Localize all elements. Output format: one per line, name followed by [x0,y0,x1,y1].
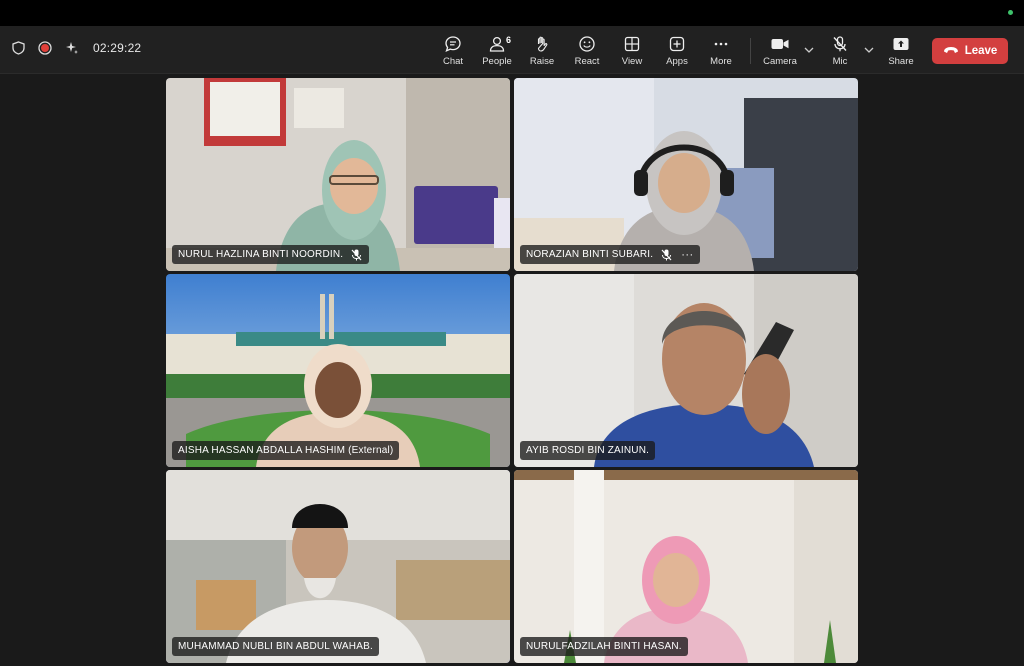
smiley-icon [578,34,596,54]
ellipsis-icon [712,34,730,54]
chat-button[interactable]: Chat [431,34,475,67]
mic-muted-icon [831,34,849,54]
video-tile[interactable]: NURUL HAZLINA BINTI NOORDIN. [166,78,510,271]
participant-name-label: AISHA HASSAN ABDALLA HASHIM (External) [172,441,400,460]
recording-icon[interactable] [37,40,53,56]
participant-video [514,470,858,663]
participant-name-label: AYIB ROSDI BIN ZAINUN. [520,441,656,460]
participant-name-label: MUHAMMAD NUBLI BIN ABDUL WAHAB. [172,637,379,656]
hang-up-icon [943,45,959,57]
participant-name-label: NORAZIAN BINTI SUBARI. ··· [520,245,700,264]
mic-options-chevron-icon[interactable] [863,44,875,56]
participant-video [514,78,858,271]
leave-button[interactable]: Leave [932,38,1008,64]
mic-button[interactable]: Mic [818,34,862,67]
mic-muted-icon [351,249,363,261]
apps-button[interactable]: Apps [655,34,699,67]
grid-view-icon [623,34,641,54]
video-tile[interactable]: AYIB ROSDI BIN ZAINUN. [514,274,858,467]
react-button[interactable]: React [565,34,609,67]
more-button[interactable]: More [699,34,743,67]
participant-video [166,274,510,467]
chat-icon [444,34,462,54]
ai-companion-icon[interactable] [64,40,80,56]
participant-video [166,470,510,663]
view-button[interactable]: View [610,34,654,67]
apps-plus-icon [668,34,686,54]
hand-icon [533,34,551,54]
participant-video [166,78,510,271]
video-tile[interactable]: NURULFADZILAH BINTI HASAN. [514,470,858,663]
camera-button[interactable]: Camera [758,34,802,67]
title-bar [0,0,1024,26]
video-tile[interactable]: NORAZIAN BINTI SUBARI. ··· [514,78,858,271]
video-tile-active-speaker[interactable]: MUHAMMAD NUBLI BIN ABDUL WAHAB. [166,470,510,663]
status-dot [1008,10,1013,15]
video-tile[interactable]: AISHA HASSAN ABDALLA HASHIM (External) [166,274,510,467]
participant-name-label: NURUL HAZLINA BINTI NOORDIN. [172,245,370,264]
meeting-timer: 02:29:22 [93,41,142,55]
mic-muted-icon [661,249,673,261]
toolbar-divider [750,38,751,64]
video-camera-icon [770,34,790,54]
share-screen-icon [892,34,910,54]
participant-count-badge: 6 [506,35,512,45]
participant-video [514,274,858,467]
raise-hand-button[interactable]: Raise [520,34,564,67]
people-icon: 6 [488,34,511,54]
share-button[interactable]: Share [879,34,923,67]
meeting-toolbar: 02:29:22 Chat 6 People Raise React View [0,26,1024,74]
meeting-status: 02:29:22 [10,40,141,56]
people-button[interactable]: 6 People [475,34,519,67]
camera-options-chevron-icon[interactable] [803,44,815,56]
participant-name-label: NURULFADZILAH BINTI HASAN. [520,637,688,656]
shield-icon[interactable] [10,40,26,56]
participant-more-options[interactable]: ··· [681,249,694,260]
